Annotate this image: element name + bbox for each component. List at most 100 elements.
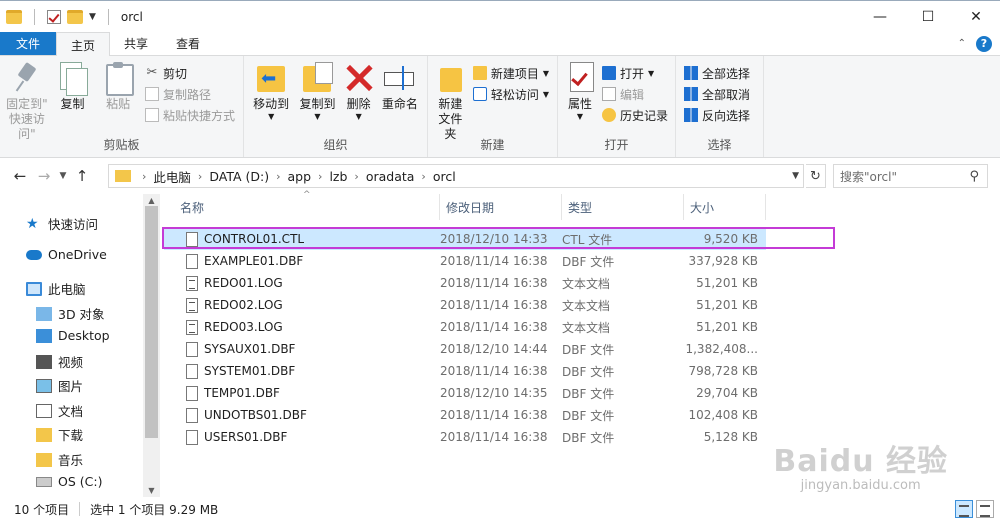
search-icon: ⚲ — [969, 169, 979, 184]
nav-item-os-drive[interactable]: OS (C:) — [36, 474, 102, 489]
organize-group: 移动到 ▼ 复制到 ▼ 删除 ▼ 重命名 组织 — [244, 56, 428, 157]
file-name: SYSAUX01.DBF — [204, 342, 296, 356]
table-row[interactable]: SYSTEM01.DBF 2018/11/14 16:38 DBF 文件 798… — [164, 360, 766, 382]
refresh-icon[interactable]: ↻ — [806, 164, 826, 188]
table-row[interactable]: REDO03.LOG 2018/11/14 16:38 文本文档 51,201 … — [164, 316, 766, 338]
copy-to-label: 复制到 — [299, 97, 336, 111]
recent-locations-dropdown-icon[interactable]: ▼ — [56, 171, 70, 181]
edit-button[interactable]: 编辑 — [602, 85, 668, 103]
up-arrow-icon[interactable]: ↑ — [70, 167, 94, 185]
breadcrumb-oradata[interactable]: oradata — [366, 169, 415, 184]
table-row[interactable]: REDO02.LOG 2018/11/14 16:38 文本文档 51,201 … — [164, 294, 766, 316]
scrollbar-thumb[interactable] — [145, 206, 158, 438]
easy-access-button[interactable]: 轻松访问 ▼ — [472, 85, 549, 103]
back-arrow-icon[interactable]: ← — [8, 167, 32, 185]
close-button[interactable]: ✕ — [952, 1, 1000, 33]
table-row[interactable]: TEMP01.DBF 2018/12/10 14:35 DBF 文件 29,70… — [164, 382, 766, 404]
new-group-label: 新建 — [480, 138, 505, 152]
new-folder-icon[interactable] — [67, 9, 83, 24]
table-row[interactable]: CONTROL01.CTL 2018/12/10 14:33 CTL 文件 9,… — [164, 228, 766, 250]
properties-icon — [564, 62, 596, 94]
chevron-down-icon: ▼ — [648, 68, 655, 78]
invert-selection-button[interactable]: 反向选择 — [684, 106, 750, 124]
forward-arrow-icon[interactable]: → — [32, 167, 56, 185]
table-row[interactable]: REDO01.LOG 2018/11/14 16:38 文本文档 51,201 … — [164, 272, 766, 294]
properties-check-icon[interactable] — [47, 9, 61, 24]
star-icon: ★ — [26, 215, 39, 232]
breadcrumb-app[interactable]: app — [288, 169, 312, 184]
chevron-right-icon[interactable]: › — [198, 170, 202, 183]
nav-item-label: 此电脑 — [48, 282, 86, 297]
nav-item-downloads[interactable]: 下载 — [36, 425, 83, 444]
copy-path-button[interactable]: 复制路径 — [144, 85, 235, 103]
table-row[interactable]: SYSAUX01.DBF 2018/12/10 14:44 DBF 文件 1,3… — [164, 338, 766, 360]
chevron-right-icon[interactable]: › — [276, 170, 280, 183]
large-icons-view-icon[interactable] — [976, 500, 994, 518]
collapse-ribbon-icon[interactable]: ⌃ — [958, 38, 966, 49]
breadcrumb-orcl[interactable]: orcl — [433, 169, 456, 184]
nav-item-videos[interactable]: 视频 — [36, 352, 83, 371]
column-header-size[interactable]: 大小 — [684, 194, 766, 220]
nav-item-quick-access[interactable]: ★ 快速访问 — [26, 214, 98, 233]
column-header-type[interactable]: 类型 — [562, 194, 684, 220]
nav-item-3d-objects[interactable]: 3D 对象 — [36, 304, 105, 323]
scroll-down-icon[interactable]: ▼ — [143, 486, 160, 495]
move-to-label: 移动到 — [253, 97, 290, 111]
select-none-button[interactable]: 全部取消 — [684, 85, 750, 103]
file-name: REDO02.LOG — [204, 298, 283, 312]
minimize-button[interactable]: — — [856, 1, 904, 33]
breadcrumb-this-pc[interactable]: 此电脑 — [153, 167, 191, 186]
table-row[interactable]: EXAMPLE01.DBF 2018/11/14 16:38 DBF 文件 33… — [164, 250, 766, 272]
tab-share[interactable]: 共享 — [110, 32, 162, 55]
copy-to-icon — [301, 62, 334, 94]
nav-item-this-pc[interactable]: 此电脑 — [26, 279, 86, 298]
breadcrumb-data-drive[interactable]: DATA (D:) — [209, 169, 269, 184]
nav-item-desktop[interactable]: Desktop — [36, 328, 110, 343]
tab-file[interactable]: 文件 — [0, 32, 57, 55]
3d-objects-icon — [36, 306, 52, 321]
help-icon[interactable]: ? — [976, 35, 992, 52]
column-header-name[interactable]: ^ 名称 — [160, 190, 440, 220]
maximize-button[interactable]: ☐ — [904, 1, 952, 33]
move-to-icon — [255, 62, 287, 94]
tab-view[interactable]: 查看 — [162, 32, 214, 55]
address-history-dropdown-icon[interactable]: ▼ — [792, 171, 799, 181]
customize-toolbar-dropdown-icon[interactable]: ▼ — [89, 12, 96, 22]
computer-icon — [26, 281, 42, 296]
nav-scrollbar[interactable]: ▲ ▼ — [143, 194, 160, 497]
chevron-right-icon[interactable]: › — [421, 170, 425, 183]
new-item-button[interactable]: 新建项目 ▼ — [472, 64, 549, 82]
chevron-right-icon[interactable]: › — [318, 170, 322, 183]
history-label: 历史记录 — [620, 108, 669, 123]
details-view-icon[interactable] — [955, 500, 973, 518]
file-type: 文本文档 — [562, 298, 611, 313]
nav-item-pictures[interactable]: 图片 — [36, 376, 83, 395]
table-row[interactable]: USERS01.DBF 2018/11/14 16:38 DBF 文件 5,12… — [164, 426, 766, 448]
open-group-label: 打开 — [604, 138, 629, 152]
scroll-up-icon[interactable]: ▲ — [143, 196, 160, 205]
table-row[interactable]: UNDOTBS01.DBF 2018/11/14 16:38 DBF 文件 10… — [164, 404, 766, 426]
file-date: 2018/11/14 16:38 — [440, 254, 548, 268]
file-name: TEMP01.DBF — [204, 386, 280, 400]
nav-item-documents[interactable]: 文档 — [36, 401, 83, 420]
search-input[interactable]: 搜索"orcl" ⚲ — [833, 164, 988, 188]
chevron-right-icon[interactable]: › — [142, 170, 146, 183]
chevron-right-icon[interactable]: › — [354, 170, 358, 183]
address-bar[interactable]: › 此电脑 › DATA (D:) › app › lzb › oradata … — [108, 164, 804, 188]
file-type: 文本文档 — [562, 320, 611, 335]
open-button[interactable]: 打开 ▼ — [602, 64, 668, 82]
cut-button[interactable]: ✂ 剪切 — [145, 64, 235, 82]
paste-shortcut-button[interactable]: 粘贴快捷方式 — [144, 106, 235, 124]
divider — [79, 502, 81, 516]
selection-info: 选中 1 个项目 9.29 MB — [90, 502, 219, 517]
history-button[interactable]: 历史记录 — [602, 106, 668, 124]
column-header-date[interactable]: 修改日期 — [440, 194, 562, 220]
file-date: 2018/11/14 16:38 — [440, 430, 548, 444]
breadcrumb-lzb[interactable]: lzb — [329, 169, 347, 184]
nav-item-onedrive[interactable]: OneDrive — [26, 247, 107, 262]
tab-home[interactable]: 主页 — [56, 32, 111, 57]
select-all-button[interactable]: 全部选择 — [684, 64, 750, 82]
nav-item-music[interactable]: 音乐 — [36, 450, 83, 469]
select-none-label: 全部取消 — [702, 87, 751, 102]
new-group: 新建 文件夹 新建项目 ▼ 轻松访问 ▼ 新建 — [428, 56, 558, 157]
